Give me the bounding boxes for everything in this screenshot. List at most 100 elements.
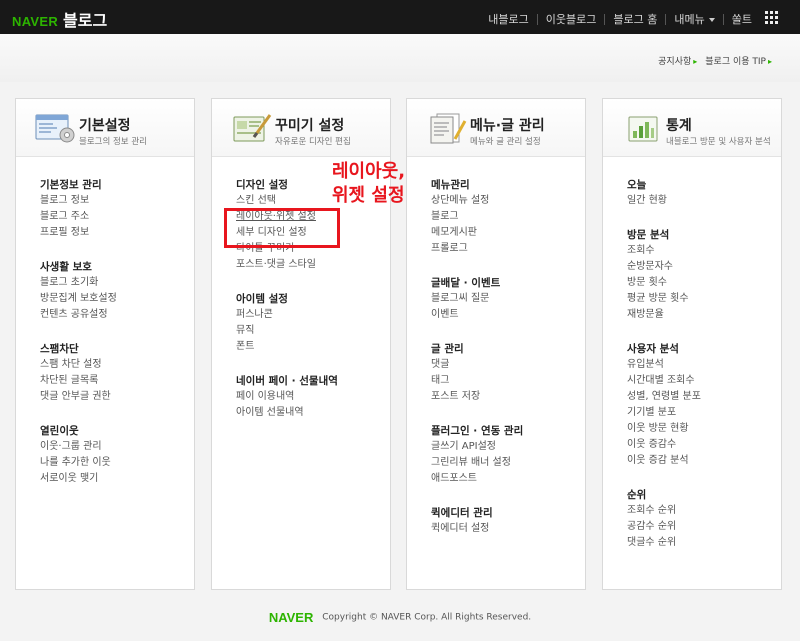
section-title: 순위 — [627, 489, 647, 501]
card-menu-post: 메뉴·글 관리 메뉴와 글 관리 설정 메뉴관리 상단메뉴 설정 블로그 메모게… — [406, 98, 586, 590]
settings-window-icon — [35, 114, 75, 143]
menu-item-spam-settings[interactable]: 스팸 차단 설정 — [40, 357, 194, 373]
menu-item-visit-protect[interactable]: 방문집계 보호설정 — [40, 291, 194, 307]
menu-item-music[interactable]: 뮤직 — [236, 323, 390, 339]
blog-title[interactable]: 블로그 — [63, 7, 107, 31]
top-nav: 내블로그 이웃블로그 블로그 홈 내메뉴 쏠트 — [488, 11, 752, 27]
blog-tip-label: 블로그 이용 TIP — [705, 57, 766, 67]
footer: NAVER Copyright © NAVER Corp. All Rights… — [0, 610, 800, 625]
menu-item-layout-widget[interactable]: 레이아웃·위젯 설정 — [236, 209, 390, 225]
menu-item-unique-visitors[interactable]: 순방문자수 — [627, 259, 781, 275]
naver-logo[interactable]: NAVER — [12, 14, 58, 29]
menu-item-comment-permission[interactable]: 댓글 안부글 권한 — [40, 389, 194, 405]
menu-item-content-share[interactable]: 컨텐츠 공유설정 — [40, 307, 194, 323]
blog-tip-link[interactable]: 블로그 이용 TIP ▸ — [705, 54, 772, 67]
menu-item-view-rank[interactable]: 조회수 순위 — [627, 503, 781, 519]
menu-item-views[interactable]: 조회수 — [627, 243, 781, 259]
section-title: 사용자 분석 — [627, 343, 679, 355]
section-ranking: 순위 조회수 순위 공감수 순위 댓글수 순위 — [627, 487, 781, 551]
section-title: 기본정보 관리 — [40, 179, 102, 191]
menu-item-followers[interactable]: 나를 추가한 이웃 — [40, 455, 194, 471]
menu-item-blocked-posts[interactable]: 차단된 글목록 — [40, 373, 194, 389]
section-title: 스팸차단 — [40, 343, 79, 355]
card-header[interactable]: 꾸미기 설정 자유로운 디자인 편집 — [212, 99, 390, 157]
section-plugins: 플러그인 · 연동 관리 글쓰기 API설정 그린리뷰 배너 설정 애드포스트 — [431, 423, 585, 487]
card-subtitle: 블로그의 정보 관리 — [79, 137, 147, 147]
menu-item-gift-history[interactable]: 아이템 선물내역 — [236, 405, 390, 421]
section-privacy: 사생활 보호 블로그 초기화 방문집계 보호설정 컨텐츠 공유설정 — [40, 259, 194, 323]
nav-my-blog[interactable]: 내블로그 — [488, 11, 528, 27]
annotation-label: 레이아웃, 위젯 설정 — [332, 160, 405, 208]
section-title: 메뉴관리 — [431, 179, 470, 191]
nav-divider — [536, 13, 538, 25]
menu-item-neighbor-change[interactable]: 이웃 증감수 — [627, 437, 781, 453]
section-title: 퀵에디터 관리 — [431, 507, 493, 519]
card-header[interactable]: 통계 내블로그 방문 및 사용자 분석 — [603, 99, 781, 157]
menu-item-profile-info[interactable]: 프로필 정보 — [40, 225, 194, 241]
nav-blog-home[interactable]: 블로그 홈 — [613, 11, 657, 27]
section-title: 사생활 보호 — [40, 261, 92, 273]
nav-my-menu[interactable]: 내메뉴 — [674, 11, 715, 27]
menu-item-mutual-neighbors[interactable]: 서로이웃 맺기 — [40, 471, 194, 487]
card-title: 꾸미기 설정 — [275, 118, 345, 134]
section-spam: 스팸차단 스팸 차단 설정 차단된 글목록 댓글 안부글 권한 — [40, 341, 194, 405]
menu-item-green-review[interactable]: 그린리뷰 배너 설정 — [431, 455, 585, 471]
menu-item-blog[interactable]: 블로그 — [431, 209, 585, 225]
menu-item-title-decor[interactable]: 타이틀 꾸미기 — [236, 241, 390, 257]
section-title: 오늘 — [627, 179, 647, 191]
apps-grid-icon[interactable] — [765, 11, 778, 24]
menu-item-font[interactable]: 폰트 — [236, 339, 390, 355]
card-header[interactable]: 메뉴·글 관리 메뉴와 글 관리 설정 — [407, 99, 585, 157]
menu-item-post-style[interactable]: 포스트·댓글 스타일 — [236, 257, 390, 273]
section-post-management: 글 관리 댓글 태그 포스트 저장 — [431, 341, 585, 405]
menu-item-event[interactable]: 이벤트 — [431, 307, 585, 323]
menu-item-inflow[interactable]: 유입분석 — [627, 357, 781, 373]
menu-item-tags[interactable]: 태그 — [431, 373, 585, 389]
menu-item-quick-editor[interactable]: 퀵에디터 설정 — [431, 521, 585, 537]
menu-item-blog-reset[interactable]: 블로그 초기화 — [40, 275, 194, 291]
menu-item-blog-address[interactable]: 블로그 주소 — [40, 209, 194, 225]
section-visit-analysis: 방문 분석 조회수 순방문자수 방문 횟수 평균 방문 횟수 재방문율 — [627, 227, 781, 323]
nav-shortcut[interactable]: 쏠트 — [732, 11, 752, 27]
section-user-analysis: 사용자 분석 유입분석 시간대별 조회수 성별, 연령별 분포 기기별 분포 이… — [627, 341, 781, 469]
menu-item-neighbor-groups[interactable]: 이웃·그룹 관리 — [40, 439, 194, 455]
menu-item-comments[interactable]: 댓글 — [431, 357, 585, 373]
menu-item-top-menu[interactable]: 상단메뉴 설정 — [431, 193, 585, 209]
menu-item-hourly-views[interactable]: 시간대별 조회수 — [627, 373, 781, 389]
menu-item-adpost[interactable]: 애드포스트 — [431, 471, 585, 487]
brand-logo[interactable]: NAVER 블로그 — [12, 7, 107, 31]
notice-link[interactable]: 공지사항 ▸ — [658, 54, 697, 67]
menu-item-revisit-rate[interactable]: 재방문율 — [627, 307, 781, 323]
menu-item-comment-rank[interactable]: 댓글수 순위 — [627, 535, 781, 551]
card-subtitle: 내블로그 방문 및 사용자 분석 — [666, 137, 771, 147]
footer-naver-logo[interactable]: NAVER — [269, 610, 314, 625]
menu-item-daily-status[interactable]: 일간 현황 — [627, 193, 781, 209]
menu-item-detail-design[interactable]: 세부 디자인 설정 — [236, 225, 390, 241]
menu-item-like-rank[interactable]: 공감수 순위 — [627, 519, 781, 535]
nav-neighbor-blog[interactable]: 이웃블로그 — [546, 11, 597, 27]
menu-item-visit-count[interactable]: 방문 횟수 — [627, 275, 781, 291]
stats-chart-icon — [628, 116, 658, 142]
card-header[interactable]: 기본설정 블로그의 정보 관리 — [16, 99, 194, 157]
card-body: 오늘 일간 현황 방문 분석 조회수 순방문자수 방문 횟수 평균 방문 횟수 … — [603, 157, 781, 551]
menu-item-personacon[interactable]: 퍼스나콘 — [236, 307, 390, 323]
menu-item-pay-history[interactable]: 페이 이용내역 — [236, 389, 390, 405]
menu-item-write-api[interactable]: 글쓰기 API설정 — [431, 439, 585, 455]
menu-item-blog-question[interactable]: 블로그씨 질문 — [431, 291, 585, 307]
top-bar: NAVER 블로그 내블로그 이웃블로그 블로그 홈 내메뉴 쏠트 — [0, 0, 800, 34]
card-statistics: 통계 내블로그 방문 및 사용자 분석 오늘 일간 현황 방문 분석 조회수 순… — [602, 98, 782, 590]
menu-item-device[interactable]: 기기별 분포 — [627, 405, 781, 421]
chevron-down-icon — [708, 18, 715, 22]
menu-item-avg-visits[interactable]: 평균 방문 횟수 — [627, 291, 781, 307]
section-title: 글 관리 — [431, 343, 464, 355]
card-subtitle: 자유로운 디자인 편집 — [275, 137, 351, 147]
menu-item-blog-info[interactable]: 블로그 정보 — [40, 193, 194, 209]
menu-item-memo-board[interactable]: 메모게시판 — [431, 225, 585, 241]
menu-item-post-save[interactable]: 포스트 저장 — [431, 389, 585, 405]
menu-item-neighbor-change-analysis[interactable]: 이웃 증감 분석 — [627, 453, 781, 469]
card-basic-settings: 기본설정 블로그의 정보 관리 기본정보 관리 블로그 정보 블로그 주소 프로… — [15, 98, 195, 590]
menu-item-gender-age[interactable]: 성별, 연령별 분포 — [627, 389, 781, 405]
menu-item-prologue[interactable]: 프롤로그 — [431, 241, 585, 257]
section-open-neighbors: 열린이웃 이웃·그룹 관리 나를 추가한 이웃 서로이웃 맺기 — [40, 423, 194, 487]
menu-item-neighbor-visits[interactable]: 이웃 방문 현황 — [627, 421, 781, 437]
